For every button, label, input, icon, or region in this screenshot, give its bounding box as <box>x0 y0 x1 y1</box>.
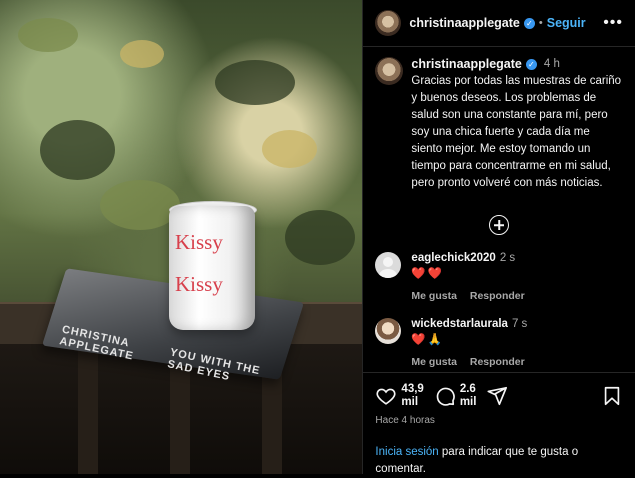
post-time: 4 h <box>543 58 560 70</box>
caption: christinaapplegate ✓ 4 h Gracias por tod… <box>363 47 635 192</box>
add-icon[interactable] <box>489 215 510 235</box>
comment-username[interactable]: wickedstarlaurala <box>411 318 508 330</box>
mug-text: Kissy <box>175 230 223 254</box>
comment-header: wickedstarlaurala 7 s <box>411 318 534 330</box>
caption-username[interactable]: christinaapplegate <box>411 57 521 71</box>
comment-actions: Me gusta Responder <box>411 290 534 302</box>
share-icon[interactable] <box>486 385 508 407</box>
comment-text: ❤️🙏 <box>411 334 445 346</box>
post-sidebar: christinaapplegate ✓ • Seguir ••• christ… <box>362 0 635 475</box>
comment-header: eaglechick2020 2 s <box>411 252 534 264</box>
foliage <box>40 120 115 180</box>
railing-post <box>78 344 98 474</box>
comment-item: eaglechick2020 2 s ❤️❤️ Me gusta Responde… <box>363 252 635 302</box>
avatar[interactable] <box>375 252 402 278</box>
foliage <box>262 130 317 168</box>
mug-text: Kissy <box>175 272 223 296</box>
comment-time: 2 s <box>499 252 516 264</box>
foliage <box>18 18 78 52</box>
reply-button[interactable]: Responder <box>470 356 525 368</box>
like-comment-button[interactable]: Me gusta <box>411 290 457 302</box>
foliage <box>285 210 355 265</box>
foliage <box>215 60 295 105</box>
comment-time: 7 s <box>511 318 528 330</box>
comment-icon[interactable] <box>434 385 456 407</box>
verified-badge-icon: ✓ <box>525 58 537 70</box>
action-bar: 43,9 mil 2.6 mil Hace 4 horas Inicia ses… <box>363 372 635 475</box>
heart-icon[interactable] <box>375 385 397 407</box>
comment-text: ❤️❤️ <box>411 268 445 280</box>
avatar[interactable] <box>375 10 402 36</box>
caption-header: christinaapplegate ✓ 4 h <box>411 57 623 71</box>
action-row: 43,9 mil 2.6 mil <box>363 373 635 409</box>
comment-actions: Me gusta Responder <box>411 356 534 368</box>
verified-badge-icon: ✓ <box>523 17 535 29</box>
reply-button[interactable]: Responder <box>470 290 525 302</box>
avatar[interactable] <box>375 318 402 344</box>
avatar[interactable] <box>375 57 404 85</box>
caption-text: Gracias por todas las muestras de cariño… <box>411 75 622 189</box>
instagram-post: CHRISTINA APPLEGATE YOU WITH THE SAD EYE… <box>0 0 635 475</box>
comment-count[interactable]: 2.6 mil <box>460 383 477 409</box>
post-header: christinaapplegate ✓ • Seguir ••• <box>363 0 635 47</box>
follow-button[interactable]: Seguir <box>547 16 586 30</box>
username-link[interactable]: christinaapplegate <box>409 16 519 30</box>
foliage <box>100 180 180 230</box>
post-photo[interactable]: CHRISTINA APPLEGATE YOU WITH THE SAD EYE… <box>0 0 363 474</box>
bookmark-icon[interactable] <box>601 385 623 407</box>
like-count[interactable]: 43,9 mil <box>401 383 423 409</box>
more-icon[interactable]: ••• <box>603 14 623 32</box>
foliage <box>120 40 164 68</box>
like-comment-button[interactable]: Me gusta <box>411 356 457 368</box>
comment-item: wickedstarlaurala 7 s ❤️🙏 Me gusta Respon… <box>363 318 635 368</box>
mug <box>169 206 255 330</box>
caption-body: christinaapplegate ✓ 4 h Gracias por tod… <box>411 57 623 192</box>
separator-dot: • <box>538 17 543 29</box>
comment-username[interactable]: eaglechick2020 <box>411 252 495 264</box>
comment-body: eaglechick2020 2 s ❤️❤️ Me gusta Responde… <box>411 252 534 302</box>
login-prompt: Inicia sesión para indicar que te gusta … <box>363 426 635 478</box>
login-link[interactable]: Inicia sesión <box>375 446 438 458</box>
comments-scroll[interactable]: christinaapplegate ✓ 4 h Gracias por tod… <box>363 47 635 371</box>
comment-body: wickedstarlaurala 7 s ❤️🙏 Me gusta Respon… <box>411 318 534 368</box>
post-timestamp: Hace 4 horas <box>375 415 435 426</box>
